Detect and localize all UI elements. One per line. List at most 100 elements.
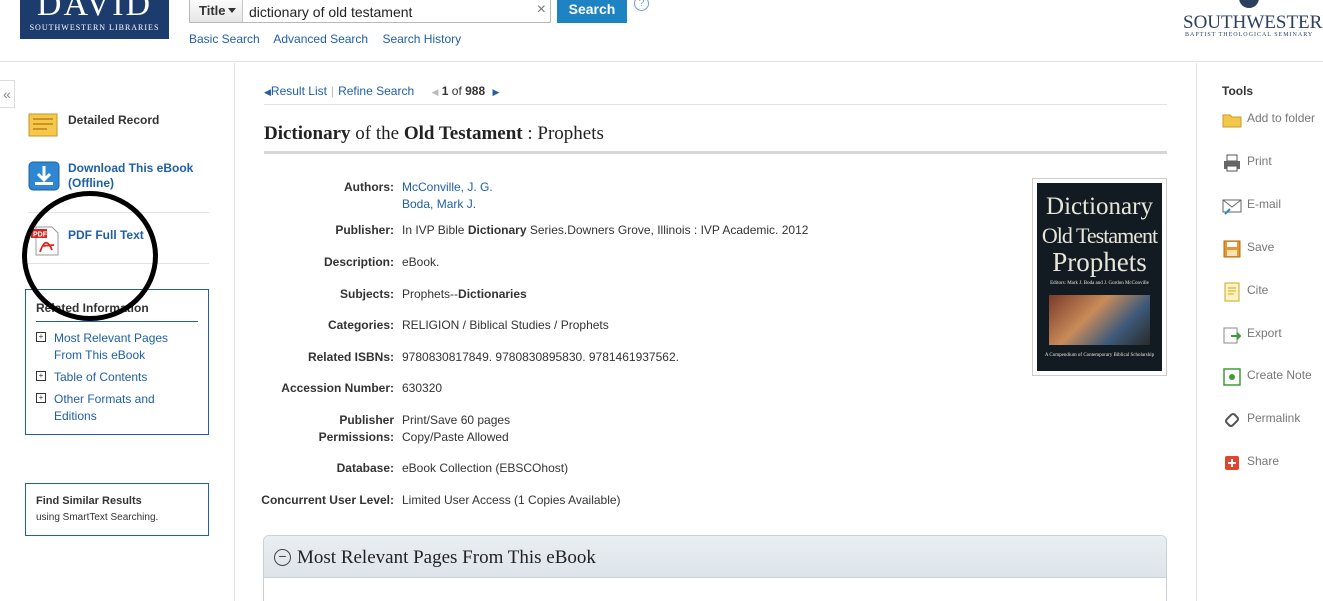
chevron-down-icon [228, 8, 236, 13]
tool-label: Save [1247, 240, 1275, 254]
back-arrow-icon[interactable]: ◀ [264, 87, 271, 97]
library-logo[interactable]: DAVID SOUTHWESTERN LIBRARIES [20, 0, 169, 39]
record-position: 1 [441, 84, 449, 98]
field-value: eBook Collection (EBSCOhost) [402, 461, 569, 475]
find-similar-box[interactable]: Find Similar Results using SmartText Sea… [25, 483, 209, 536]
advanced-search-link[interactable]: Advanced Search [273, 32, 368, 46]
search-field-select[interactable]: Title [190, 0, 243, 22]
printer-icon [1224, 154, 1240, 172]
record-total: 988 [465, 84, 486, 98]
search-input[interactable] [244, 0, 529, 22]
result-navigation: ◀Result List | Refine Search ◀ 1 of 988 ▶ [264, 84, 499, 98]
tool-label: Create Note [1247, 368, 1312, 382]
cover-series: A Compendium of Contemporary Biblical Sc… [1044, 353, 1155, 358]
seminary-emblem-icon [1239, 0, 1259, 8]
download-icon [28, 161, 60, 191]
field-label-line: Publisher [339, 413, 394, 427]
subject-text: Prophets-- [402, 287, 459, 301]
link-icon [1225, 413, 1239, 427]
tool-label: Export [1247, 326, 1282, 340]
search-box: Title × [189, 0, 551, 23]
logo-subtext: SOUTHWESTERN LIBRARIES [29, 23, 160, 32]
highlight-circle [22, 191, 158, 321]
detailed-record-label: Detailed Record [68, 113, 160, 127]
field-label: Related ISBNs: [307, 350, 394, 364]
left-column-divider [234, 63, 235, 601]
search-button[interactable]: Search [557, 0, 627, 23]
related-information-rule [36, 321, 198, 322]
refine-search-link[interactable]: Refine Search [338, 84, 414, 98]
subject-highlight: Dictionaries [458, 287, 527, 301]
publisher-text: In IVP Bible [402, 223, 468, 237]
note-icon [1223, 368, 1241, 386]
right-column-divider [1196, 63, 1197, 601]
field-value: McConville, J. G. Boda, Mark J. [402, 179, 1002, 213]
result-list-link[interactable]: Result List [271, 84, 327, 98]
field-label: Categories: [327, 318, 394, 332]
tool-label: Cite [1247, 283, 1269, 297]
tool-label: Share [1247, 454, 1280, 468]
cover-line: Old Testament [1041, 223, 1158, 248]
field-label: Description: [323, 255, 394, 269]
panel-header[interactable]: − Most Relevant Pages From This eBook [264, 536, 1166, 578]
cover-line: Dictionary [1046, 193, 1153, 220]
field-value: 9780830817849. 9780830895830. 9781461937… [402, 350, 679, 364]
tool-label: Print [1247, 154, 1272, 168]
cite-icon [1224, 282, 1240, 302]
cover-painting [1049, 295, 1150, 345]
permission-line: Copy/Paste Allowed [402, 430, 509, 444]
category-link[interactable]: RELIGION / Biblical Studies / Prophets [402, 317, 1002, 334]
tools-title: Tools [1222, 84, 1254, 98]
expand-icon: + [36, 393, 46, 403]
share-icon [1225, 456, 1239, 470]
nav-separator: | [330, 84, 335, 98]
permission-line: Print/Save 60 pages [402, 413, 511, 427]
title-part: Old Testament [403, 123, 523, 144]
prev-record-icon[interactable]: ◀ [431, 87, 438, 97]
subject-link[interactable]: Prophets--Dictionaries [402, 286, 1002, 303]
search-history-link[interactable]: Search History [382, 32, 461, 46]
save-icon [1223, 240, 1241, 258]
author-link[interactable]: Boda, Mark J. [402, 196, 1002, 213]
most-relevant-pages-panel: − Most Relevant Pages From This eBook [263, 535, 1167, 601]
header: DAVID SOUTHWESTERN LIBRARIES Title × Sea… [0, 0, 1323, 62]
export-icon [1223, 327, 1242, 344]
email-icon [1222, 199, 1242, 215]
cover-editors: Editors: Mark J. Boda and J. Gordon McCo… [1050, 281, 1149, 286]
field-value: eBook. [402, 255, 440, 269]
basic-search-link[interactable]: Basic Search [189, 32, 260, 46]
author-link[interactable]: McConville, J. G. [402, 179, 1002, 196]
field-label: Publisher: [335, 223, 394, 237]
find-similar-title: Find Similar Results [36, 495, 142, 507]
clear-icon[interactable]: × [537, 1, 546, 19]
related-item-label: Table of Contents [54, 370, 148, 384]
search-field-label: Title [199, 3, 226, 18]
collapse-sidebar-button[interactable]: « [0, 80, 15, 108]
next-record-icon[interactable]: ▶ [493, 87, 500, 97]
cover-line: Prophets [1052, 247, 1147, 277]
record-title: Dictionary of the Old Testament : Prophe… [264, 123, 604, 145]
logo-text: DAVID [36, 0, 153, 23]
record-icon [28, 113, 58, 137]
book-cover[interactable]: Dictionary Old Testament Prophets Editor… [1032, 178, 1167, 376]
publisher-highlight: Dictionary [467, 223, 527, 237]
find-similar-subtitle: using SmartText Searching. [36, 512, 159, 523]
collapse-icon[interactable]: − [274, 549, 291, 566]
brand-subtitle: BAPTIST THEOLOGICAL SEMINARY [1185, 32, 1314, 38]
field-label: Authors: [344, 180, 394, 194]
tool-label: Add to folder [1247, 111, 1316, 125]
brand-name: SOUTHWESTERN [1183, 12, 1323, 33]
tool-label: Permalink [1247, 411, 1301, 425]
panel-title: Most Relevant Pages From This eBook [297, 547, 596, 568]
help-icon[interactable]: ? [634, 0, 649, 11]
title-part: : Prophets [522, 123, 604, 144]
tool-label: E-mail [1247, 197, 1282, 211]
folder-icon [1222, 114, 1242, 128]
field-label: Publisher Permissions: [264, 412, 394, 446]
title-rule [264, 151, 1167, 154]
expand-icon: + [36, 332, 46, 342]
title-part: Dictionary [264, 123, 351, 144]
field-label: Database: [336, 461, 394, 475]
field-label: Accession Number: [281, 381, 394, 395]
field-value: Limited User Access (1 Copies Available) [402, 493, 621, 507]
